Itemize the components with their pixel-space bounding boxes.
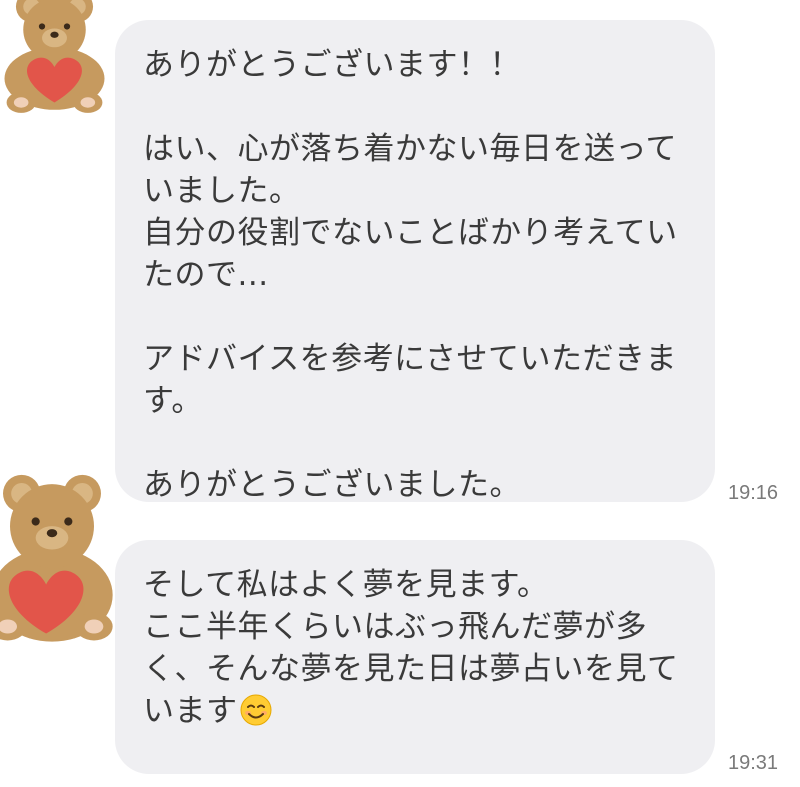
smiling-face-emoji-icon xyxy=(240,694,272,726)
message-bubble[interactable]: そして私はよく夢を見ます。 ここ半年くらいはぶっ飛んだ夢が多 く、そんな夢を見た… xyxy=(115,540,715,774)
teddy-bear-with-heart-icon xyxy=(0,474,113,642)
message-text-with-emoji: います xyxy=(143,690,687,732)
message-timestamp: 19:16 xyxy=(728,482,779,504)
message-text xyxy=(143,296,687,338)
message-text: く、そんな夢を見た日は夢占いを見て xyxy=(143,651,679,687)
message-text: ありがとうございました。 xyxy=(143,467,521,503)
message-text: います xyxy=(143,693,238,729)
message-text: アドバイスを参考にさせていただきま xyxy=(143,341,677,377)
message-text: 自分の役割でないことばかり考えてい xyxy=(143,215,678,251)
message-text xyxy=(143,422,687,464)
teddy-bear-with-heart-icon xyxy=(4,0,105,113)
message-text: ありがとうございます！！ xyxy=(143,47,521,83)
message-timestamp: 19:31 xyxy=(728,752,779,774)
message-text: たので... xyxy=(143,257,269,293)
message-text: そして私はよく夢を見ます。 xyxy=(143,567,549,603)
message-text xyxy=(143,86,687,128)
message-text: す。 xyxy=(143,383,203,419)
message-bubble[interactable]: ありがとうございます！！ はい、心が落ち着かない毎日を送って いました。 自分の… xyxy=(115,20,715,503)
message-text: ここ半年くらいはぶっ飛んだ夢が多 xyxy=(143,609,647,645)
avatar[interactable] xyxy=(0,0,117,115)
avatar[interactable] xyxy=(0,470,122,650)
message-text: はい、心が落ち着かない毎日を送って xyxy=(143,131,677,167)
message-text: いました。 xyxy=(143,173,301,209)
